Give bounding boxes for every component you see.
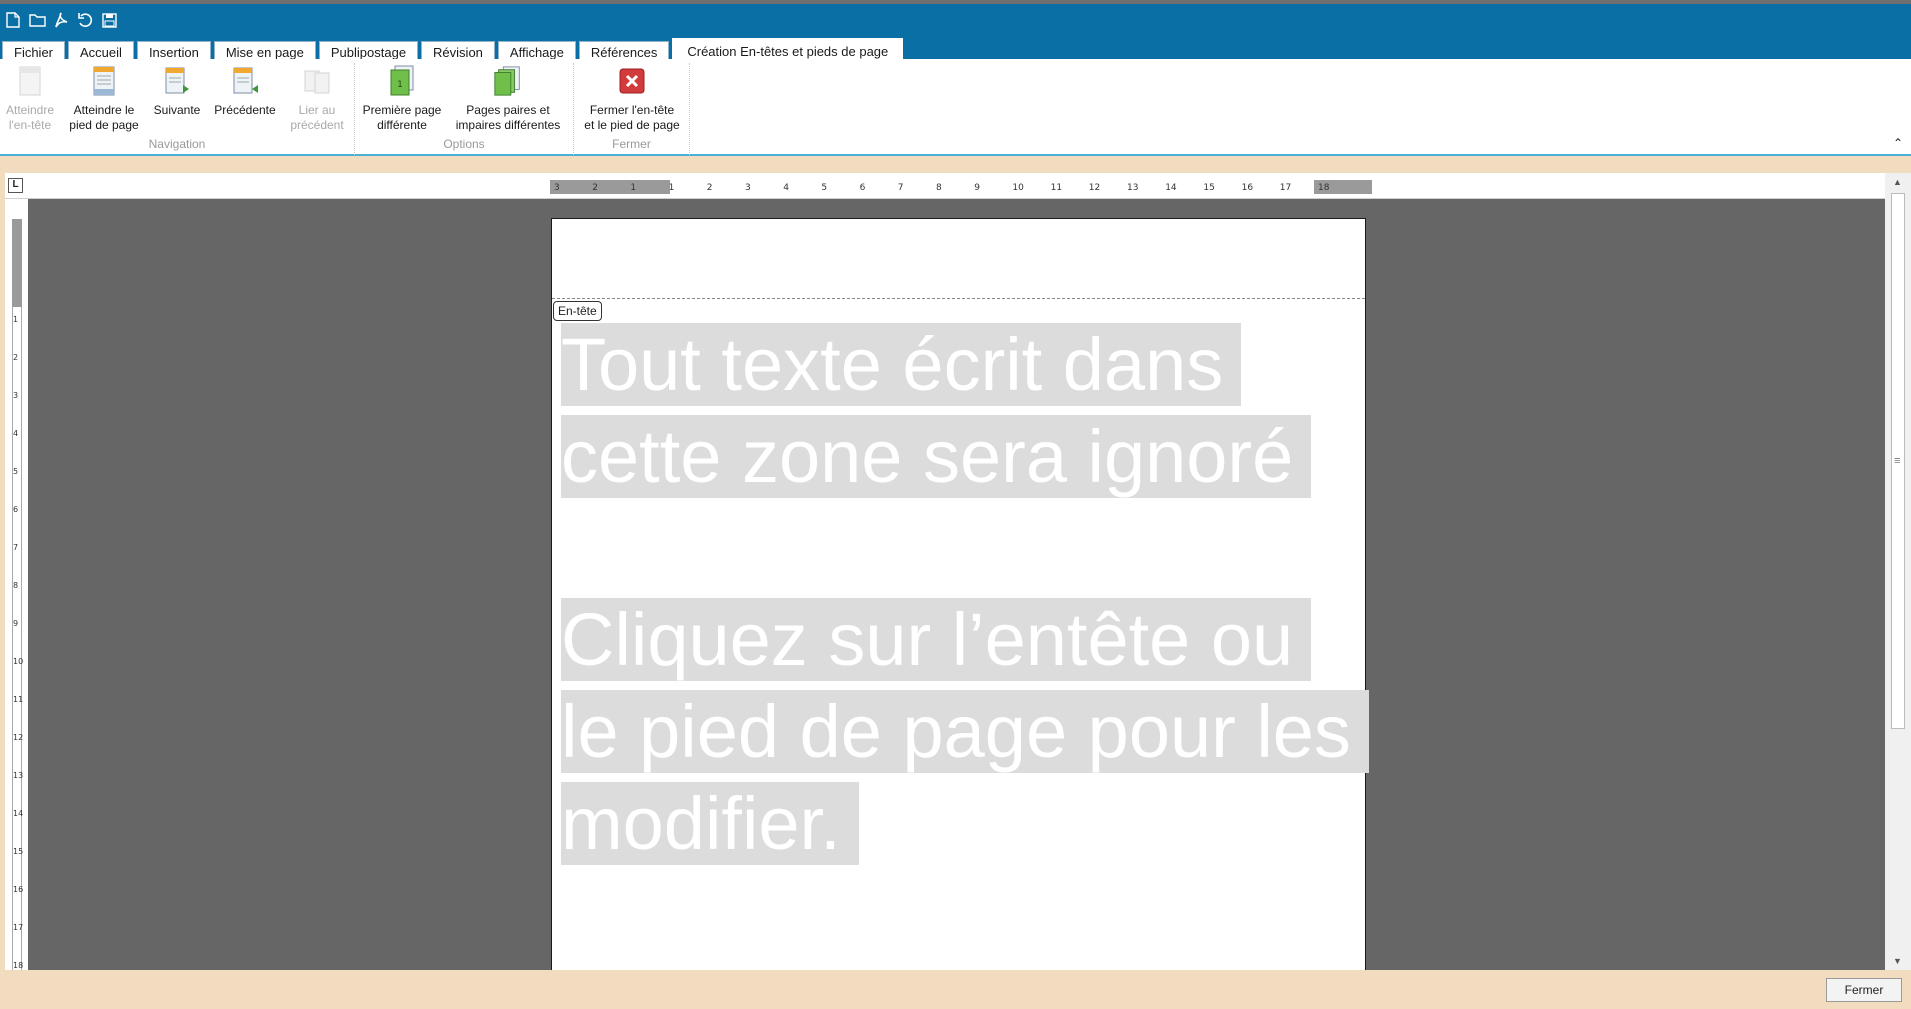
new-document-icon[interactable] (3, 10, 23, 30)
open-folder-icon[interactable] (27, 10, 47, 30)
vertical-ruler-tick: 9 (13, 619, 19, 628)
save-icon[interactable] (99, 10, 119, 30)
header-tag[interactable]: En-tête (553, 301, 602, 321)
ruler-tick: 11 (1050, 183, 1063, 193)
navigation-group-label: Navigation (148, 137, 206, 151)
ruler-tick: 16 (1241, 183, 1254, 193)
scroll-down-icon[interactable]: ▼ (1893, 956, 1902, 966)
ruler-tick: 3 (745, 183, 751, 193)
vertical-ruler-tick: 7 (13, 543, 19, 552)
undo-icon[interactable] (75, 10, 95, 30)
vertical-ruler-tick: 16 (13, 885, 24, 894)
close-header-footer-button[interactable]: Fermer l'en-tête et le pied de page (578, 63, 686, 133)
fermer-button[interactable]: Fermer (1826, 978, 1902, 1002)
goto-footer-button[interactable]: Atteindre le pied de page (68, 63, 140, 133)
quick-access-toolbar (0, 8, 119, 32)
goto-header-button[interactable]: Atteindre l'en-tête (2, 63, 58, 133)
ruler-tick: 7 (897, 183, 904, 193)
ruler-tick: 13 (1127, 183, 1139, 193)
link-icon (301, 63, 333, 99)
ruler-tick: 17 (1279, 183, 1292, 193)
ruler-tick: 4 (783, 183, 789, 193)
odd-even-pages-icon (492, 63, 524, 99)
vertical-ruler-tick: 12 (13, 733, 24, 742)
vertical-ruler-tick: 15 (13, 847, 24, 856)
vertical-ruler[interactable]: 1 2 3 4 5 6 7 8 9 10 11 12 13 14 15 16 17 18 (5, 199, 28, 970)
vertical-ruler-tick: 3 (13, 391, 19, 400)
header-placeholder-text[interactable]: Tout texte écrit dans cette zone sera ig… (561, 319, 1361, 503)
header-boundary-line (552, 298, 1365, 299)
vertical-ruler-tick: 6 (13, 505, 19, 514)
vertical-ruler-tick: 1 (13, 315, 19, 324)
vertical-ruler-tick: 17 (13, 923, 24, 932)
scrollbar-grip-icon: ≡ (1894, 455, 1901, 467)
options-group: 1 Première page différente Pages paires … (355, 63, 574, 155)
ruler-tick: 8 (936, 183, 942, 193)
tab-stop-selector[interactable]: L (8, 178, 23, 193)
previous-section-button[interactable]: Précédente (212, 63, 278, 118)
ruler-tick: 1 (630, 183, 637, 193)
ruler-tick: 3 (554, 183, 560, 193)
close-group: Fermer l'en-tête et le pied de page Ferm… (574, 63, 690, 155)
vertical-ruler-tick: 11 (13, 695, 24, 704)
horizontal-ruler[interactable]: L 3 2 1 1 2 3 4 5 6 7 8 9 10 11 12 13 14 15 16 17 18 (5, 173, 1885, 199)
close-icon (616, 63, 648, 99)
link-to-previous-button[interactable]: Lier au précédent (286, 63, 348, 133)
ruler-tick: 12 (1088, 183, 1101, 193)
next-icon (161, 63, 193, 99)
svg-text:1: 1 (397, 80, 403, 90)
ruler-tick: 14 (1165, 183, 1177, 193)
ruler-tick: 5 (821, 183, 828, 193)
scroll-up-icon[interactable]: ▲ (1893, 177, 1902, 187)
different-first-page-button[interactable]: 1 Première page différente (362, 63, 442, 133)
collapse-ribbon-icon[interactable]: ⌃ (1891, 136, 1905, 150)
vertical-ruler-tick: 5 (13, 467, 19, 476)
vertical-ruler-tick: 10 (13, 657, 24, 666)
header-instruction-text[interactable]: Cliquez sur l’entête ou le pied de page … (561, 594, 1369, 870)
vertical-ruler-tick: 2 (13, 353, 19, 362)
vertical-ruler-tick: 8 (13, 581, 19, 590)
ruler-scale[interactable]: 3 2 1 1 2 3 4 5 6 7 8 9 10 11 12 13 14 15 16 17 18 (550, 180, 1372, 194)
vertical-ruler-tick: 18 (13, 961, 24, 970)
ruler-left-margin (550, 180, 670, 194)
ruler-tick: 9 (974, 183, 980, 193)
ruler-tick: 2 (592, 183, 598, 193)
first-page-icon: 1 (386, 63, 418, 99)
ruler-tick: 6 (859, 183, 866, 193)
ruler-tick: 2 (706, 183, 713, 193)
ribbon: Atteindre l'en-tête Atteindre le pied de… (0, 59, 1911, 156)
vertical-ruler-top-margin (12, 219, 22, 307)
different-odd-even-button[interactable]: Pages paires et impaires différentes (452, 63, 564, 133)
goto-header-icon (14, 63, 46, 99)
vertical-ruler-scale: 1 2 3 4 5 6 7 8 9 10 11 12 13 14 15 16 17 18 (12, 219, 24, 970)
ruler-tick: 10 (1012, 183, 1024, 193)
navigation-group: Atteindre l'en-tête Atteindre le pied de… (0, 63, 355, 155)
previous-icon (229, 63, 261, 99)
vertical-ruler-tick: 13 (13, 771, 24, 780)
vertical-ruler-tick: 4 (13, 429, 19, 438)
ruler-tick: 18 (1318, 183, 1330, 193)
ruler-tick: 1 (668, 183, 675, 193)
title-bar: Fichier Accueil Insertion Mise en page P… (0, 0, 1911, 63)
document-canvas[interactable]: En-tête Tout texte écrit dans cette zone… (28, 199, 1885, 970)
close-group-label: Fermer (612, 137, 651, 151)
options-group-label: Options (443, 137, 485, 151)
status-bar: Fermer (0, 970, 1911, 1009)
pdf-export-icon[interactable] (51, 10, 71, 30)
goto-footer-icon (88, 63, 120, 99)
ruler-tick: 15 (1203, 183, 1215, 193)
vertical-scrollbar[interactable]: ▲ ≡ ▼ (1885, 173, 1911, 970)
document-page[interactable]: En-tête Tout texte écrit dans cette zone… (551, 218, 1369, 970)
vertical-ruler-tick: 14 (13, 809, 24, 818)
next-section-button[interactable]: Suivante (150, 63, 204, 118)
